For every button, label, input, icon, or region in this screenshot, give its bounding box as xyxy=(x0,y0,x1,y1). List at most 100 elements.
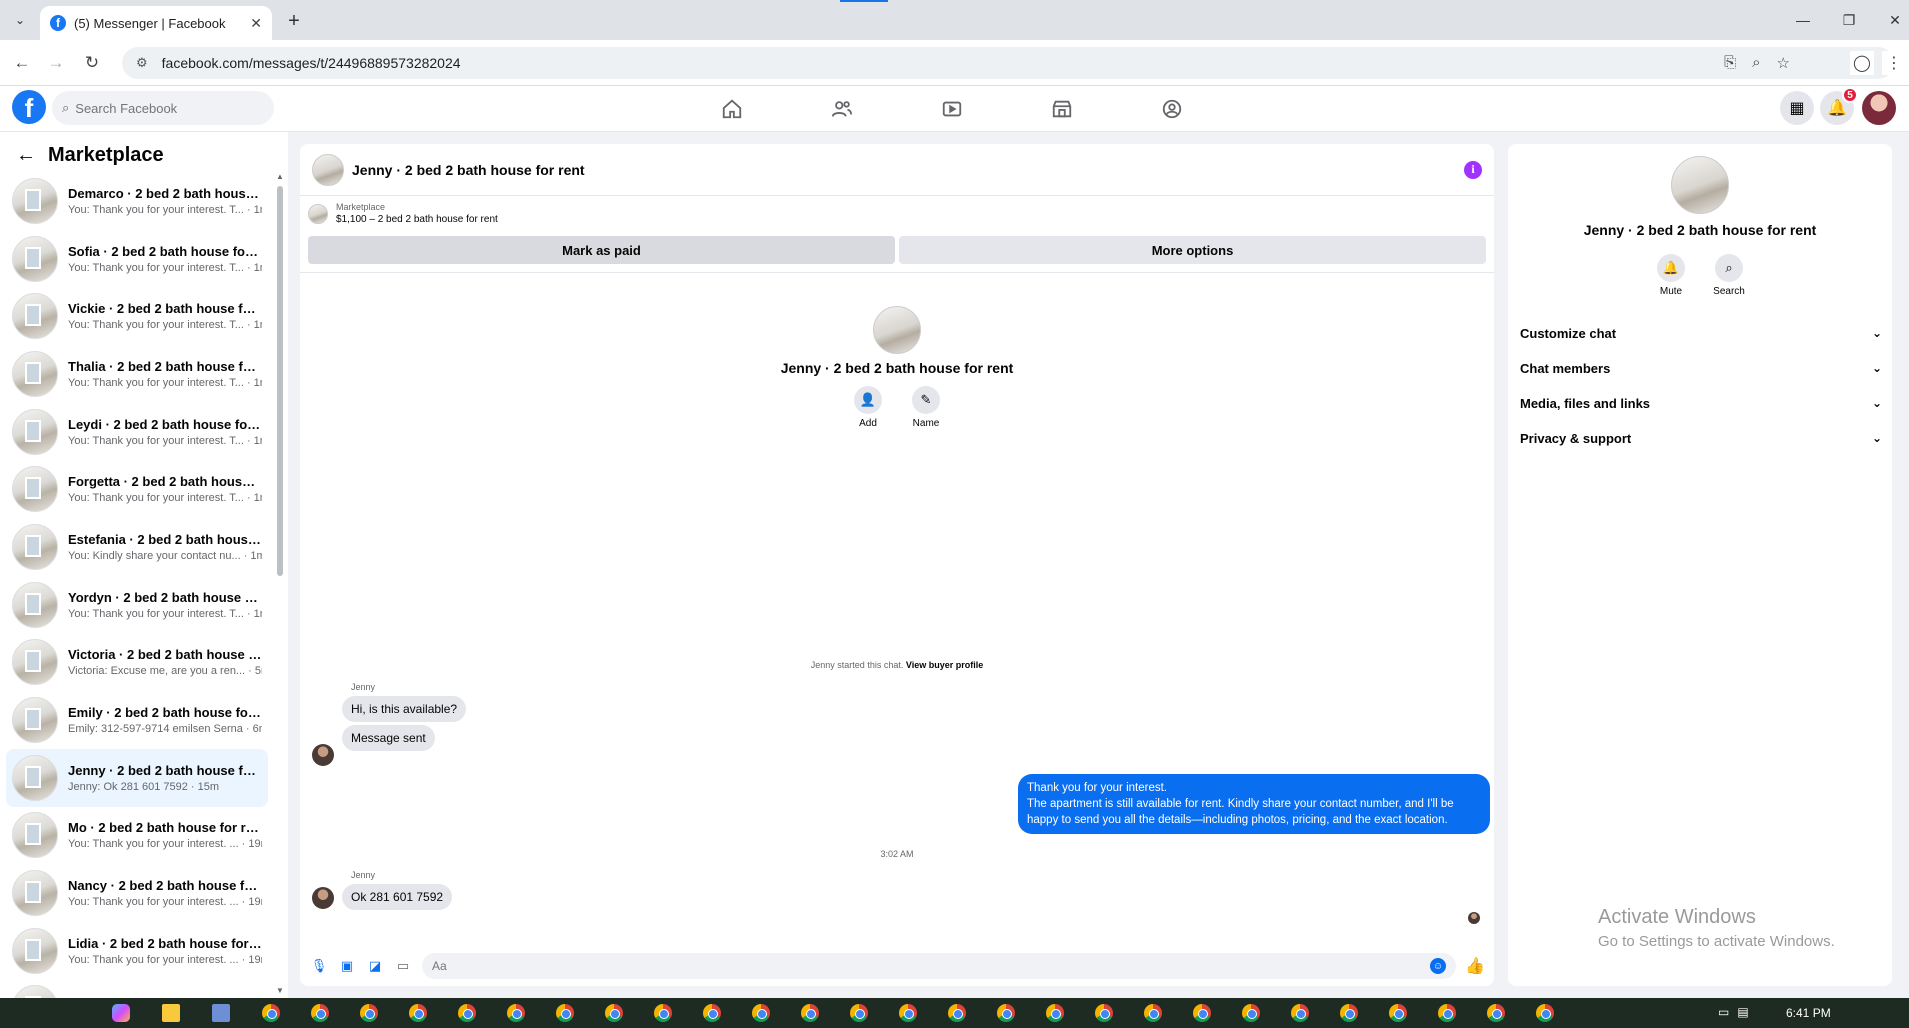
section-customize-chat[interactable]: Customize chat ⌄ xyxy=(1520,316,1882,350)
emoji-icon[interactable]: ☺ xyxy=(1430,958,1446,974)
tab-search-chevron-icon[interactable]: ⌄ xyxy=(8,8,32,32)
app-icon[interactable] xyxy=(212,1004,230,1022)
mark-as-paid-button[interactable]: Mark as paid xyxy=(308,236,895,264)
facebook-search[interactable]: ⌕ xyxy=(52,91,274,125)
chrome-taskbar-icon[interactable] xyxy=(1046,1004,1064,1022)
url-text[interactable]: facebook.com/messages/t/2449688957328202… xyxy=(162,55,1724,71)
conversation-item[interactable]: Cindy · 2 bed 2 bath house for r... xyxy=(6,980,268,998)
menu-grid-icon[interactable]: ▦ xyxy=(1780,91,1814,125)
chrome-taskbar-icon[interactable] xyxy=(1242,1004,1260,1022)
home-nav-icon[interactable] xyxy=(702,88,762,130)
forward-arrow-icon[interactable]: → xyxy=(44,51,68,75)
scroll-up-arrow-icon[interactable]: ▲ xyxy=(276,172,284,181)
conversation-item[interactable]: Mo · 2 bed 2 bath house for rent You: Tha… xyxy=(6,807,268,865)
new-tab-plus-icon[interactable]: + xyxy=(282,9,306,33)
conversation-item[interactable]: Victoria · 2 bed 2 bath house fo... Victo… xyxy=(6,634,268,692)
section-chat-members[interactable]: Chat members ⌄ xyxy=(1520,351,1882,385)
chrome-taskbar-icon[interactable] xyxy=(311,1004,329,1022)
chrome-taskbar-icon[interactable] xyxy=(556,1004,574,1022)
sticker-icon[interactable]: ◪ xyxy=(366,957,384,975)
chrome-taskbar-icon[interactable] xyxy=(262,1004,280,1022)
sender-avatar[interactable] xyxy=(312,887,334,909)
account-avatar[interactable] xyxy=(1862,91,1896,125)
chrome-taskbar-icon[interactable] xyxy=(948,1004,966,1022)
gif-icon[interactable]: ▭ xyxy=(394,957,412,975)
bookmark-star-icon[interactable]: ☆ xyxy=(1777,54,1790,72)
copilot-icon[interactable] xyxy=(112,1004,130,1022)
conversation-item[interactable]: Emily · 2 bed 2 bath house for r... Emily… xyxy=(6,691,268,749)
conversation-item[interactable]: Sofia · 2 bed 2 bath house for r... You: … xyxy=(6,230,268,288)
chrome-taskbar-icon[interactable] xyxy=(801,1004,819,1022)
close-window-icon[interactable]: ✕ xyxy=(1872,8,1909,32)
conversation-item[interactable]: Vickie · 2 bed 2 bath house for r... You:… xyxy=(6,287,268,345)
conversation-item[interactable]: Estefania · 2 bed 2 bath house f... You: … xyxy=(6,518,268,576)
address-bar[interactable]: ⚙ facebook.com/messages/t/24496889573282… xyxy=(122,47,1894,79)
marketplace-nav-icon[interactable] xyxy=(1032,88,1092,130)
minimize-icon[interactable]: — xyxy=(1780,8,1826,32)
mute-button[interactable]: 🔔 Mute xyxy=(1654,254,1688,297)
scrollbar-thumb[interactable] xyxy=(277,186,283,576)
sidebar-scrollbar[interactable]: ▲ ▼ xyxy=(276,172,284,998)
chrome-taskbar-icon[interactable] xyxy=(1340,1004,1358,1022)
browser-profile-icon[interactable]: ◯ xyxy=(1850,51,1874,75)
incoming-message[interactable]: Message sent xyxy=(342,725,435,751)
chrome-taskbar-icon[interactable] xyxy=(1193,1004,1211,1022)
section-media-files-links[interactable]: Media, files and links ⌄ xyxy=(1520,386,1882,420)
chrome-taskbar-icon[interactable] xyxy=(899,1004,917,1022)
chat-title[interactable]: Jenny · 2 bed 2 bath house for rent xyxy=(352,162,1456,178)
conversation-item[interactable]: Leydi · 2 bed 2 bath house for r... You: … xyxy=(6,403,268,461)
listing-thumbnail[interactable] xyxy=(312,153,344,186)
chrome-taskbar-icon[interactable] xyxy=(1487,1004,1505,1022)
chrome-taskbar-icon[interactable] xyxy=(360,1004,378,1022)
watch-nav-icon[interactable] xyxy=(922,88,982,130)
view-buyer-profile-link[interactable]: View buyer profile xyxy=(906,660,983,670)
conversation-item[interactable]: Yordyn · 2 bed 2 bath house for... You: T… xyxy=(6,576,268,634)
marketplace-listing-row[interactable]: Marketplace $1,100 – 2 bed 2 bath house … xyxy=(308,202,498,225)
chrome-taskbar-icon[interactable] xyxy=(1095,1004,1113,1022)
facebook-logo-icon[interactable]: f xyxy=(12,90,46,124)
chrome-taskbar-icon[interactable] xyxy=(703,1004,721,1022)
tray-icon[interactable]: ▭ xyxy=(1718,1005,1729,1019)
search-chat-button[interactable]: ⌕ Search xyxy=(1712,254,1746,297)
conversation-item[interactable]: Jenny · 2 bed 2 bath house for r... Jenny… xyxy=(6,748,268,807)
chrome-taskbar-icon[interactable] xyxy=(458,1004,476,1022)
conversation-item[interactable]: Thalia · 2 bed 2 bath house for r... You:… xyxy=(6,345,268,403)
more-options-button[interactable]: More options xyxy=(899,236,1486,264)
site-info-icon[interactable]: ⚙ xyxy=(136,55,148,71)
notifications-bell-icon[interactable]: 🔔 5 xyxy=(1820,87,1858,125)
groups-nav-icon[interactable] xyxy=(1142,88,1202,130)
sender-avatar[interactable] xyxy=(312,744,334,766)
chrome-taskbar-icon[interactable] xyxy=(850,1004,868,1022)
chrome-taskbar-icon[interactable] xyxy=(1291,1004,1309,1022)
photo-icon[interactable]: ▣ xyxy=(338,957,356,975)
message-input-box[interactable]: ☺ xyxy=(422,953,1456,979)
conversation-item[interactable]: Forgetta · 2 bed 2 bath house f... You: T… xyxy=(6,460,268,518)
reload-icon[interactable]: ↻ xyxy=(80,51,104,75)
browser-tab-messenger[interactable]: f (5) Messenger | Facebook ✕ xyxy=(40,6,272,40)
facebook-search-input[interactable] xyxy=(75,100,246,116)
chrome-taskbar-icon[interactable] xyxy=(507,1004,525,1022)
chrome-taskbar-icon[interactable] xyxy=(605,1004,623,1022)
conversation-item[interactable]: Demarco · 2 bed 2 bath house f... You: Th… xyxy=(6,172,268,230)
chrome-taskbar-icon[interactable] xyxy=(997,1004,1015,1022)
install-app-icon[interactable]: ⎘ xyxy=(1724,54,1736,72)
microphone-icon[interactable]: 🎙 xyxy=(310,957,328,975)
back-arrow-icon[interactable]: ← xyxy=(10,51,34,75)
conversation-item[interactable]: Nancy · 2 bed 2 bath house for ... You: T… xyxy=(6,864,268,922)
outgoing-message[interactable]: Thank you for your interest. The apartme… xyxy=(1018,774,1490,834)
browser-menu-icon[interactable]: ⋮ xyxy=(1882,51,1906,75)
network-icon[interactable]: ▤ xyxy=(1737,1005,1748,1019)
chrome-taskbar-icon[interactable] xyxy=(1438,1004,1456,1022)
add-people-button[interactable]: 👤 Add xyxy=(848,386,888,429)
name-chat-button[interactable]: ✎ Name xyxy=(906,386,946,429)
chrome-taskbar-icon[interactable] xyxy=(1389,1004,1407,1022)
info-icon[interactable]: i xyxy=(1464,160,1482,179)
file-explorer-icon[interactable] xyxy=(162,1004,180,1022)
scroll-down-arrow-icon[interactable]: ▼ xyxy=(276,986,284,995)
chrome-taskbar-icon[interactable] xyxy=(752,1004,770,1022)
thumbs-up-icon[interactable]: 👍 xyxy=(1465,957,1485,975)
friends-nav-icon[interactable] xyxy=(812,88,872,130)
message-input[interactable] xyxy=(432,959,1424,973)
taskbar-clock[interactable]: 6:41 PM xyxy=(1786,1006,1831,1020)
chrome-taskbar-icon[interactable] xyxy=(1536,1004,1554,1022)
